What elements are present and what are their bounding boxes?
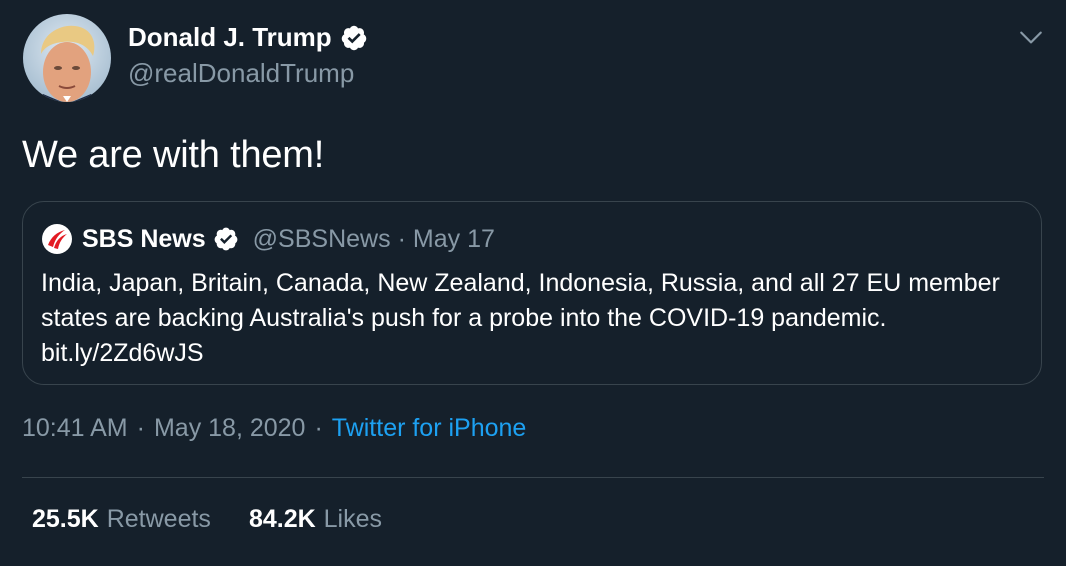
separator-dot: · [314, 414, 323, 442]
likes-label: Likes [323, 505, 383, 533]
likes-count: 84.2K [248, 505, 316, 533]
quoted-author-name[interactable]: SBS News [82, 225, 206, 254]
tweet-stats: 25.5K Retweets 84.2K Likes [32, 505, 382, 534]
chevron-down-icon[interactable] [1018, 24, 1044, 50]
author-avatar[interactable] [23, 14, 111, 102]
verified-badge-icon [341, 25, 366, 50]
quoted-tweet-header: SBS News @SBSNews · May 17 [41, 222, 495, 256]
tweet-date[interactable]: May 18, 2020 [154, 414, 306, 443]
retweets-stat[interactable]: 25.5K Retweets [32, 505, 211, 534]
quoted-tweet-text: India, Japan, Britain, Canada, New Zeala… [41, 269, 1000, 367]
divider [22, 477, 1044, 478]
author-name[interactable]: Donald J. Trump [128, 22, 332, 53]
quoted-tweet[interactable]: SBS News @SBSNews · May 17 India, Japan,… [22, 201, 1042, 385]
tweet-source-link[interactable]: Twitter for iPhone [332, 414, 527, 443]
avatar-image [23, 14, 111, 102]
separator-dot: · [136, 414, 145, 442]
author-handle[interactable]: @realDonaldTrump [128, 58, 354, 89]
likes-stat[interactable]: 84.2K Likes [249, 505, 382, 534]
retweets-count: 25.5K [32, 505, 99, 533]
verified-badge-icon [214, 227, 238, 251]
tweet-meta: 10:41 AM · May 18, 2020 · Twitter for iP… [22, 414, 526, 443]
quoted-author-handle[interactable]: @SBSNews [253, 225, 391, 254]
separator-dot: · [397, 224, 406, 253]
tweet-text: We are with them! [22, 134, 325, 176]
retweets-label: Retweets [106, 505, 211, 533]
sbs-logo-icon [42, 224, 72, 254]
author-name-row[interactable]: Donald J. Trump [128, 22, 368, 53]
tweet-time[interactable]: 10:41 AM [22, 414, 128, 443]
quoted-date[interactable]: May 17 [413, 225, 495, 254]
